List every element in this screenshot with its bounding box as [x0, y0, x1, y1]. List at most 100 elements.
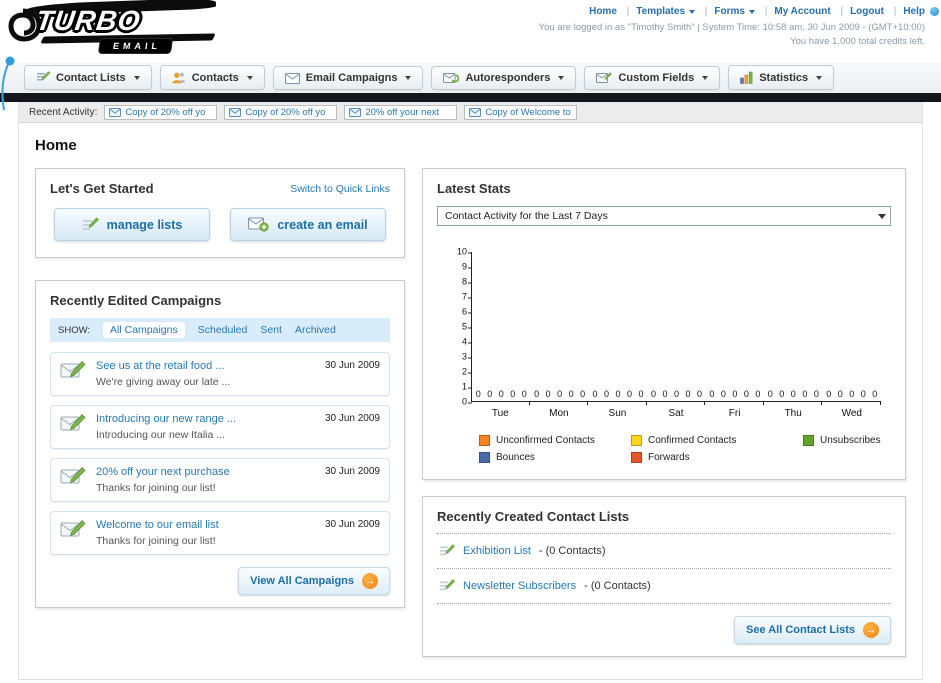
recently-created-contact-lists-panel: Recently Created Contact Lists Exhibitio…: [422, 496, 906, 657]
campaign-row[interactable]: 20% off your next purchase Thanks for jo…: [50, 458, 390, 502]
statistics-icon: [740, 71, 753, 84]
show-label: SHOW:: [58, 324, 91, 336]
logo-text: TURBO: [33, 5, 143, 36]
view-all-campaigns-button[interactable]: View All Campaigns →: [238, 567, 390, 595]
activity-item-label: 20% off your next: [365, 106, 440, 118]
y-axis-tick: 9: [461, 261, 473, 272]
email-edit-icon: [60, 519, 86, 540]
tab-label: Contacts: [191, 71, 239, 84]
campaign-title-link[interactable]: See us at the retail food ...: [96, 360, 309, 372]
tab-label: Statistics: [759, 71, 809, 84]
y-axis-tick: 1: [461, 381, 473, 392]
chart-value-labels: 0 0 0 0 0: [767, 389, 819, 399]
campaign-subtitle: We're giving away our late ...: [96, 376, 231, 388]
logo-subtext: EMAIL: [99, 39, 172, 53]
create-email-button[interactable]: create an email: [230, 208, 386, 241]
divider-bar: [0, 93, 941, 102]
nav-help-link[interactable]: Help: [887, 6, 925, 17]
tab-contacts[interactable]: Contacts: [159, 65, 265, 90]
contact-list-count: - (0 Contacts): [584, 580, 651, 592]
recent-activity-label: Recent Activity:: [29, 106, 98, 118]
main-content: Home Let's Get Started Switch to Quick L…: [19, 123, 922, 679]
recent-activity-item[interactable]: Copy of 20% off yo: [104, 104, 218, 120]
y-axis-tick: 5: [461, 321, 473, 332]
nav-logout-link[interactable]: Logout: [833, 6, 884, 17]
y-axis-tick: 2: [461, 366, 473, 377]
campaign-row[interactable]: See us at the retail food ... We're givi…: [50, 352, 390, 396]
activity-item-label: Copy of 20% off yo: [125, 106, 206, 118]
tab-custom-fields[interactable]: Custom Fields: [584, 66, 721, 90]
nav-my-account-label: My Account: [774, 6, 831, 17]
tab-autoresponders[interactable]: Autoresponders: [431, 66, 577, 90]
nav-logout-label: Logout: [850, 6, 884, 17]
blue-swoosh-decoration: [0, 56, 20, 112]
manage-lists-button[interactable]: manage lists: [54, 208, 210, 241]
email-edit-icon: [60, 360, 86, 381]
recent-activity-item[interactable]: Copy of 20% off yo: [224, 104, 338, 120]
chevron-down-icon: [558, 76, 565, 80]
tab-email-campaigns[interactable]: Email Campaigns: [272, 66, 424, 90]
nav-templates-link[interactable]: Templates: [620, 6, 696, 17]
filter-sent[interactable]: Sent: [260, 324, 282, 336]
tab-contact-lists[interactable]: Contact Lists: [24, 65, 152, 90]
contact-lists-panel-title: Recently Created Contact Lists: [437, 509, 891, 534]
arrow-right-icon: →: [362, 573, 378, 589]
logo[interactable]: TURBO EMAIL: [0, 0, 240, 60]
campaign-title-link[interactable]: Welcome to our email list: [96, 519, 309, 531]
recent-activity-item[interactable]: 20% off your next: [344, 104, 458, 120]
campaign-date: 30 Jun 2009: [324, 413, 380, 424]
activity-item-label: Copy of Welcome to: [485, 106, 571, 118]
filter-scheduled[interactable]: Scheduled: [198, 324, 248, 336]
chart-value-labels: 0 0 0 0 0: [826, 389, 878, 399]
campaign-title-link[interactable]: Introducing our new range ...: [96, 413, 309, 425]
nav-forms-label: Forms: [714, 6, 745, 17]
chart-legend: Unconfirmed Contacts Confirmed Contacts Un…: [479, 435, 891, 463]
chart-column: 0 0 0 0 0: [764, 389, 822, 401]
nav-my-account-link[interactable]: My Account: [758, 6, 831, 17]
campaign-date: 30 Jun 2009: [324, 519, 380, 530]
pencil-icon: [82, 217, 99, 232]
filter-archived[interactable]: Archived: [295, 324, 336, 336]
recent-activity-item[interactable]: Copy of Welcome to: [464, 104, 578, 120]
campaign-row[interactable]: Welcome to our email list Thanks for joi…: [50, 511, 390, 555]
email-edit-icon: [60, 413, 86, 434]
campaigns-panel-title: Recently Edited Campaigns: [50, 293, 222, 308]
legend-item: Unconfirmed Contacts: [479, 435, 631, 446]
stats-period-value: Contact Activity for the Last 7 Days: [445, 210, 608, 222]
contact-list-row[interactable]: Newsletter Subscribers - (0 Contacts): [437, 569, 891, 604]
chevron-down-icon: [689, 9, 696, 14]
contact-list-link[interactable]: Exhibition List: [463, 545, 531, 557]
header: TURBO EMAIL Home Templates Forms My Acco…: [0, 0, 941, 111]
switch-to-quick-links[interactable]: Switch to Quick Links: [290, 183, 390, 195]
tab-label: Email Campaigns: [305, 72, 398, 84]
contact-activity-chart: 10 9 8 7 6 5 4 3 2 1 0 0 0 0 0 00 0 0 0 00 0 0 0 0…: [437, 247, 891, 463]
filter-all-campaigns[interactable]: All Campaigns: [103, 322, 185, 338]
activity-item-label: Copy of 20% off yo: [245, 106, 326, 118]
campaign-title-link[interactable]: 20% off your next purchase: [96, 466, 309, 478]
stats-period-dropdown[interactable]: Contact Activity for the Last 7 Days: [437, 206, 891, 226]
content-frame: Recent Activity: Copy of 20% off yo Copy…: [18, 102, 923, 680]
nav-home-link[interactable]: Home: [589, 6, 617, 17]
chart-column: 0 0 0 0 0: [706, 389, 764, 401]
see-all-contact-lists-button[interactable]: See All Contact Lists →: [733, 616, 891, 644]
manage-lists-label: manage lists: [106, 217, 183, 232]
chart-column: 0 0 0 0 0: [647, 389, 705, 401]
y-axis-tick: 4: [461, 336, 473, 347]
nav-forms-link[interactable]: Forms: [698, 6, 755, 17]
email-campaigns-icon: [284, 72, 300, 84]
tab-statistics[interactable]: Statistics: [728, 65, 835, 90]
legend-swatch: [479, 435, 490, 446]
chart-column: 0 0 0 0 0: [530, 389, 588, 401]
campaign-row[interactable]: Introducing our new range ... Introducin…: [50, 405, 390, 449]
recently-edited-campaigns-panel: Recently Edited Campaigns SHOW: All Camp…: [35, 280, 405, 608]
campaign-subtitle: Thanks for joining our list!: [96, 535, 216, 547]
arrow-right-icon: →: [863, 622, 879, 638]
contact-list-link[interactable]: Newsletter Subscribers: [463, 580, 576, 592]
contact-list-row[interactable]: Exhibition List - (0 Contacts): [437, 534, 891, 569]
chart-column: 0 0 0 0 0: [823, 389, 881, 401]
y-axis-tick: 8: [461, 276, 473, 287]
nav-help-label: Help: [903, 6, 925, 17]
see-all-contact-lists-label: See All Contact Lists: [745, 624, 855, 636]
get-started-panel: Let's Get Started Switch to Quick Links …: [35, 168, 405, 258]
latest-stats-panel: Latest Stats Contact Activity for the La…: [422, 168, 906, 480]
